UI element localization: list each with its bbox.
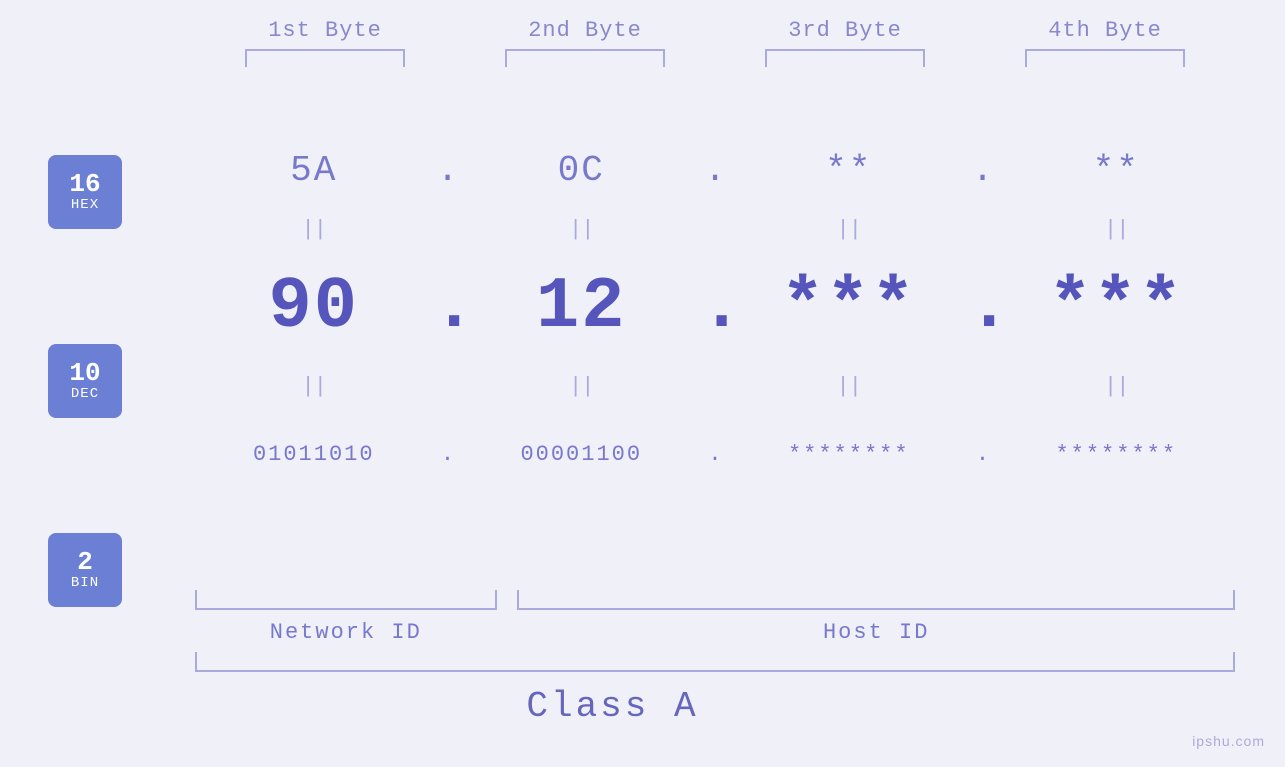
byte-header-1: 1st Byte: [268, 0, 382, 43]
hex-row: 5A . 0C . ** . **: [195, 130, 1235, 210]
byte-col-3: 3rd Byte: [715, 0, 975, 67]
dec-val-1: 90: [195, 266, 433, 348]
dot-sep-hex-3: .: [968, 150, 998, 191]
byte-bracket-1: [245, 49, 405, 67]
byte-col-4: 4th Byte: [975, 0, 1235, 67]
bin-val-2: 00001100: [463, 442, 701, 467]
byte-header-4: 4th Byte: [1048, 0, 1162, 43]
nh-labels: Network ID Host ID: [195, 620, 1235, 645]
class-label-area: Class A: [0, 686, 1225, 727]
equals-1-3: ||: [730, 217, 968, 242]
hex-label-base: HEX: [71, 197, 99, 213]
class-label: Class A: [526, 686, 698, 727]
equals-row-1: || || || ||: [195, 212, 1235, 247]
dec-val-4: ***: [998, 266, 1236, 348]
dec-label-base: DEC: [71, 386, 99, 402]
network-bracket: [195, 590, 497, 610]
byte-headers: 1st Byte 2nd Byte 3rd Byte 4th Byte: [195, 0, 1235, 67]
bin-row: 01011010 . 00001100 . ******** . *******…: [195, 419, 1235, 489]
dec-val-2: 12: [463, 266, 701, 348]
equals-1-2: ||: [463, 217, 701, 242]
byte-col-1: 1st Byte: [195, 0, 455, 67]
bin-label-num: 2: [77, 549, 93, 575]
equals-2-3: ||: [730, 374, 968, 399]
byte-header-3: 3rd Byte: [788, 0, 902, 43]
byte-bracket-3: [765, 49, 925, 67]
dec-label-box: 10 DEC: [48, 344, 122, 418]
equals-row-2: || || || ||: [195, 369, 1235, 404]
bin-val-1: 01011010: [195, 442, 433, 467]
hex-val-1: 5A: [195, 150, 433, 191]
equals-1-1: ||: [195, 217, 433, 242]
dot-sep-dec-3: .: [968, 266, 998, 348]
bin-label-base: BIN: [71, 575, 99, 591]
bin-val-3: ********: [730, 442, 968, 467]
dot-sep-bin-1: .: [433, 442, 463, 467]
network-id-label: Network ID: [195, 620, 497, 645]
byte-header-2: 2nd Byte: [528, 0, 642, 43]
dot-sep-bin-2: .: [700, 442, 730, 467]
full-bottom-bracket: [195, 652, 1235, 672]
watermark: ipshu.com: [1192, 733, 1265, 749]
hex-val-3: **: [730, 150, 968, 191]
dot-sep-bin-3: .: [968, 442, 998, 467]
dot-sep-hex-2: .: [700, 150, 730, 191]
dec-row: 90 . 12 . *** . ***: [195, 257, 1235, 357]
bin-val-4: ********: [998, 442, 1236, 467]
equals-2-2: ||: [463, 374, 701, 399]
hex-val-2: 0C: [463, 150, 701, 191]
byte-bracket-4: [1025, 49, 1185, 67]
hex-label-box: 16 HEX: [48, 155, 122, 229]
dot-sep-dec-1: .: [433, 266, 463, 348]
label-boxes: 16 HEX 10 DEC 2 BIN: [48, 155, 122, 607]
rows-area: 5A . 0C . ** . ** || || || || 90 . 12 . …: [195, 100, 1235, 489]
dot-sep-dec-2: .: [700, 266, 730, 348]
hex-val-4: **: [998, 150, 1236, 191]
byte-col-2: 2nd Byte: [455, 0, 715, 67]
main-container: 1st Byte 2nd Byte 3rd Byte 4th Byte 16 H…: [0, 0, 1285, 767]
dec-val-3: ***: [730, 266, 968, 348]
hex-label-num: 16: [69, 171, 100, 197]
dot-sep-hex-1: .: [433, 150, 463, 191]
host-id-label: Host ID: [517, 620, 1235, 645]
equals-1-4: ||: [998, 217, 1236, 242]
host-bracket: [517, 590, 1235, 610]
dec-label-num: 10: [69, 360, 100, 386]
equals-2-1: ||: [195, 374, 433, 399]
byte-bracket-2: [505, 49, 665, 67]
equals-2-4: ||: [998, 374, 1236, 399]
nh-bracket-area: [195, 590, 1235, 610]
bin-label-box: 2 BIN: [48, 533, 122, 607]
